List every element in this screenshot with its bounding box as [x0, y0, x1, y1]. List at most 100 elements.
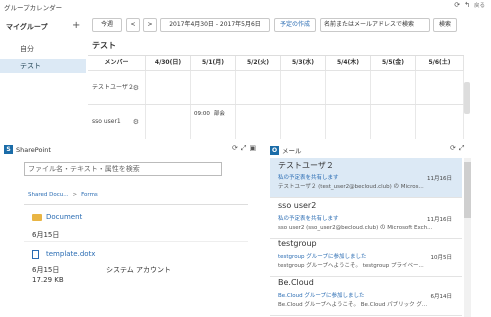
mail-date: 11月16日 [427, 176, 452, 182]
divider [24, 241, 248, 242]
document-icon [32, 250, 39, 259]
sharepoint-logo-icon: S [4, 145, 13, 154]
folder-icon [32, 214, 42, 221]
member-name[interactable]: sso user1 [92, 118, 121, 125]
mail-item[interactable]: Be.Cloud Be.Cloud グループに参加しました 6月14日 Be.C… [270, 276, 462, 316]
sidebar-item-self[interactable]: 自分 [0, 42, 86, 56]
mail-subject: Be.Cloud グループに参加しました [278, 293, 365, 299]
day-cell[interactable] [371, 71, 416, 105]
group-name: テスト [92, 41, 116, 50]
mail-preview: テストユーザ２ (test_user2@becloud.club) の Micr… [278, 184, 424, 190]
member-cell: sso user1 ⚙ [88, 105, 146, 139]
mail-header: O メール [270, 145, 302, 155]
calendar-title: グループカレンダー [4, 4, 63, 12]
expand-icon[interactable]: ⤢ [459, 144, 465, 153]
day-cell[interactable] [191, 71, 236, 105]
day-cell[interactable] [371, 105, 416, 139]
breadcrumb-item[interactable]: Forms [81, 192, 98, 198]
col-day[interactable]: 5/2(火) [236, 56, 281, 70]
calendar-grid: メンバー 4/30(日) 5/1(月) 5/2(火) 5/3(水) 5/4(木)… [88, 55, 464, 139]
file-size: 17.29 KB [32, 276, 64, 284]
divider [24, 204, 248, 205]
col-day[interactable]: 5/3(水) [281, 56, 326, 70]
next-week-button[interactable]: > [143, 18, 157, 32]
day-cell[interactable] [416, 105, 464, 139]
folder-link[interactable]: Document [46, 213, 82, 221]
day-cell[interactable] [281, 71, 326, 105]
refresh-icon[interactable]: ⟳ [450, 144, 456, 153]
file-link[interactable]: template.dotx [46, 250, 95, 258]
event-time: 09:00 [194, 111, 210, 117]
sharepoint-title: SharePoint [16, 145, 51, 154]
mail-date: 6月14日 [430, 294, 453, 300]
col-day[interactable]: 5/6(土) [416, 56, 464, 70]
mail-title: メール [282, 147, 302, 155]
mail-date: 11月16日 [427, 217, 452, 223]
day-cell[interactable] [236, 71, 281, 105]
prev-week-button[interactable]: < [126, 18, 140, 32]
member-cell: テストユーザ２ ⚙ [88, 71, 146, 105]
menu-icon[interactable]: ▣ [249, 144, 256, 153]
calendar-scrollbar[interactable] [464, 82, 470, 114]
day-cell[interactable] [146, 105, 191, 139]
expand-icon[interactable]: ⤢ [241, 144, 247, 153]
col-day[interactable]: 5/5(金) [371, 56, 416, 70]
calendar-tools: ⟳ ↰ 戻る [454, 1, 485, 9]
mail-subject: testgroup グループに参加しました [278, 254, 367, 260]
this-week-button[interactable]: 今週 [92, 18, 122, 32]
member-search-input[interactable]: 名前またはメールアドレスで検索 [320, 18, 430, 32]
refresh-icon[interactable]: ⟳ [232, 144, 238, 153]
file-owner: システム アカウント [106, 266, 172, 274]
outlook-logo-icon: O [270, 145, 279, 155]
member-name[interactable]: テストユーザ２ [92, 84, 134, 91]
col-day[interactable]: 5/4(木) [326, 56, 371, 70]
gear-icon[interactable]: ⚙ [133, 105, 139, 139]
mail-item[interactable]: テストユーザ２ 私の予定表を共有します 11月16日 テストユーザ２ (test… [270, 158, 462, 198]
col-day[interactable]: 5/1(月) [191, 56, 236, 70]
folder-date: 6月15日 [32, 231, 60, 239]
mail-tools: ⟳ ⤢ [450, 144, 464, 153]
create-event-button[interactable]: 予定の作成 [274, 18, 316, 32]
mail-item[interactable]: sso user2 私の予定表を共有します 11月16日 sso user2 (… [270, 199, 462, 239]
mail-sender: テストユーザ２ [278, 161, 334, 170]
mail-preview: sso user2 (sso_user2@becloud.club) の Mic… [278, 225, 433, 231]
search-button[interactable]: 検索 [433, 18, 457, 32]
member-row: sso user1 ⚙ 09:00 部会 [88, 104, 464, 139]
day-cell[interactable] [326, 71, 371, 105]
day-cell[interactable]: 09:00 部会 [191, 105, 236, 139]
day-cell[interactable] [281, 105, 326, 139]
day-cell[interactable] [146, 71, 191, 105]
day-cell[interactable] [416, 71, 464, 105]
col-day[interactable]: 4/30(日) [146, 56, 191, 70]
calendar-main: 今週 < > 2017年4月30日 - 2017年5月6日 予定の作成 名前また… [88, 14, 466, 142]
sharepoint-header: S SharePoint [4, 145, 51, 154]
mail-sender: sso user2 [278, 201, 317, 210]
mail-subject: 私の予定表を共有します [278, 216, 339, 222]
breadcrumb-item[interactable]: Shared Docu... [28, 192, 68, 198]
breadcrumb: Shared Docu... > Forms [28, 192, 98, 198]
back-icon[interactable]: ↰ [464, 1, 470, 9]
sharepoint-search-input[interactable]: ファイル名・テキスト・属性を検索 [24, 162, 222, 176]
gear-icon[interactable]: ⚙ [133, 71, 139, 105]
mail-subject: 私の予定表を共有します [278, 175, 339, 181]
mail-preview: testgroup グループへようこそ。 testgroup プライベー... [278, 263, 424, 269]
calendar-event[interactable]: 09:00 部会 [194, 109, 225, 117]
sharepoint-panel: S SharePoint ⟳ ⤢ ▣ ファイル名・テキスト・属性を検索 Shar… [0, 144, 268, 317]
col-member: メンバー [88, 56, 146, 70]
sharepoint-tools: ⟳ ⤢ ▣ [232, 144, 256, 153]
sidebar-item-test[interactable]: テスト [0, 59, 86, 73]
event-title: 部会 [213, 111, 225, 117]
mail-item[interactable]: testgroup testgroup グループに参加しました 10月5日 te… [270, 237, 462, 277]
mail-sender: testgroup [278, 239, 317, 248]
day-cell[interactable] [326, 105, 371, 139]
day-cell[interactable] [236, 105, 281, 139]
calendar-header-row: メンバー 4/30(日) 5/1(月) 5/2(火) 5/3(水) 5/4(木)… [88, 56, 464, 70]
breadcrumb-separator: > [72, 192, 78, 198]
add-group-button[interactable]: + [72, 20, 80, 31]
mail-sender: Be.Cloud [278, 278, 314, 287]
back-button[interactable]: 戻る [474, 1, 485, 9]
date-range-button[interactable]: 2017年4月30日 - 2017年5月6日 [160, 18, 270, 32]
mail-scrollbar-thumb[interactable] [464, 162, 471, 218]
refresh-icon[interactable]: ⟳ [454, 1, 460, 9]
my-groups-heading: マイグループ [6, 23, 48, 31]
